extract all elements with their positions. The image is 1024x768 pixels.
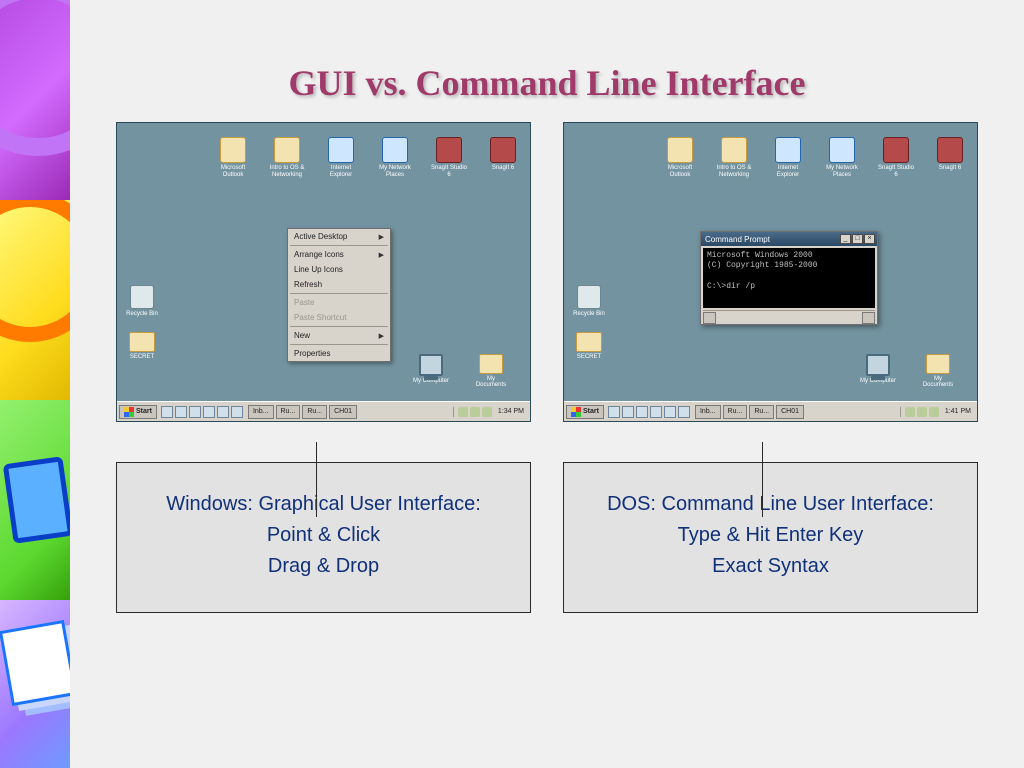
command-prompt-window: Command Prompt _ □ × Microsoft Windows 2… — [700, 231, 878, 325]
taskbar-item: Inb... — [695, 405, 721, 419]
cli-caption: DOS: Command Line User Interface: Type &… — [563, 462, 978, 613]
slide-title: GUI vs. Command Line Interface — [70, 0, 1024, 112]
context-menu-item: Refresh — [288, 277, 390, 292]
desktop-icon: Intro to OS & Networking — [268, 137, 306, 178]
taskbar-item: Ru... — [723, 405, 748, 419]
desktop-icons-left: Recycle Bin SECRET — [123, 285, 161, 374]
minimize-icon: _ — [840, 234, 851, 244]
taskbar-item: Inb... — [248, 405, 274, 419]
desktop-icon: Internet Explorer — [769, 137, 807, 178]
my-documents-icon: My Documents — [472, 354, 510, 389]
connector-line — [762, 442, 763, 517]
context-menu-item: Properties — [288, 346, 390, 361]
taskbar-clock: 1:41 PM — [941, 408, 975, 415]
caption-line: Windows: Graphical User Interface: — [135, 489, 512, 520]
app-icon — [328, 137, 354, 163]
app-icon — [436, 137, 462, 163]
quick-launch — [161, 406, 243, 418]
decor-clock-yellow — [0, 200, 70, 400]
context-menu-item: Arrange Icons▶ — [288, 247, 390, 262]
app-icon — [883, 137, 909, 163]
decor-monitor-green — [0, 400, 70, 600]
app-icon — [775, 137, 801, 163]
secret-folder-icon: SECRET — [123, 332, 161, 361]
desktop-icons-left: Recycle Bin SECRET — [570, 285, 608, 374]
start-button: Start — [119, 405, 157, 419]
app-icon — [829, 137, 855, 163]
command-prompt-body: Microsoft Windows 2000 (C) Copyright 198… — [703, 248, 875, 308]
chevron-right-icon: ▶ — [379, 251, 384, 259]
context-menu-item: Paste Shortcut — [288, 310, 390, 325]
my-computer-icon: My Computer — [859, 354, 897, 389]
caption-line: DOS: Command Line User Interface: — [582, 489, 959, 520]
desktop-icon: Internet Explorer — [322, 137, 360, 178]
decor-papers-blue — [0, 600, 70, 768]
context-menu-item: Line Up Icons — [288, 262, 390, 277]
recycle-bin-icon: Recycle Bin — [123, 285, 161, 318]
app-icon — [274, 137, 300, 163]
slide-content: GUI vs. Command Line Interface Microsoft… — [70, 0, 1024, 768]
desktop-icon: Microsoft Outlook — [214, 137, 252, 178]
desktop-icons-bottom: My Computer My Documents — [859, 354, 957, 389]
maximize-icon: □ — [852, 234, 863, 244]
app-icon — [220, 137, 246, 163]
desktop-icon: My Network Places — [376, 137, 414, 178]
cli-screenshot: Microsoft Outlook Intro to OS & Networkin… — [563, 122, 978, 422]
app-icon — [937, 137, 963, 163]
decorative-sidebar — [0, 0, 70, 768]
taskbar-clock: 1:34 PM — [494, 408, 528, 415]
recycle-bin-icon: Recycle Bin — [570, 285, 608, 318]
taskbar-item: CH01 — [329, 405, 357, 419]
context-menu-item: Paste — [288, 295, 390, 310]
cli-taskbar: Start Inb...Ru...Ru...CH01 1:41 PM — [564, 401, 977, 421]
caption-line: Type & Hit Enter Key — [582, 520, 959, 551]
desktop-icons-bottom: My Computer My Documents — [412, 354, 510, 389]
desktop-icons-top: Microsoft Outlook Intro to OS & Networkin… — [214, 137, 522, 178]
taskbar-item: Ru... — [302, 405, 327, 419]
chevron-right-icon: ▶ — [379, 332, 384, 340]
desktop-icon: SnagIt 6 — [484, 137, 522, 178]
gui-taskbar: Start Inb...Ru...Ru...CH01 1:34 PM — [117, 401, 530, 421]
secret-folder-icon: SECRET — [570, 332, 608, 361]
desktop-icons-top: Microsoft Outlook Intro to OS & Networkin… — [661, 137, 969, 178]
caption-line: Point & Click — [135, 520, 512, 551]
app-icon — [490, 137, 516, 163]
command-prompt-titlebar: Command Prompt _ □ × — [701, 232, 877, 246]
caption-line: Exact Syntax — [582, 551, 959, 582]
my-documents-icon: My Documents — [919, 354, 957, 389]
my-computer-icon: My Computer — [412, 354, 450, 389]
taskbar-item: Ru... — [749, 405, 774, 419]
app-icon — [721, 137, 747, 163]
context-menu-item: New▶ — [288, 328, 390, 343]
context-menu-item: Active Desktop▶ — [288, 229, 390, 244]
chevron-right-icon: ▶ — [379, 233, 384, 241]
gui-caption: Windows: Graphical User Interface: Point… — [116, 462, 531, 613]
gui-screenshot: Microsoft Outlook Intro to OS & Networkin… — [116, 122, 531, 422]
horizontal-scrollbar — [703, 310, 875, 322]
desktop-icon: SnagIt 6 — [931, 137, 969, 178]
system-tray: 1:34 PM — [453, 407, 528, 417]
taskbar-item: CH01 — [776, 405, 804, 419]
screenshot-row: Microsoft Outlook Intro to OS & Networkin… — [70, 112, 1024, 422]
desktop-icon: Intro to OS & Networking — [715, 137, 753, 178]
app-icon — [382, 137, 408, 163]
window-title-text: Command Prompt — [705, 235, 770, 244]
app-icon — [667, 137, 693, 163]
system-tray: 1:41 PM — [900, 407, 975, 417]
start-button: Start — [566, 405, 604, 419]
connector-line — [316, 442, 317, 517]
decor-clock-purple — [0, 0, 70, 200]
close-icon: × — [864, 234, 875, 244]
caption-row: Windows: Graphical User Interface: Point… — [70, 422, 1024, 613]
desktop-icon: Microsoft Outlook — [661, 137, 699, 178]
taskbar-item: Ru... — [276, 405, 301, 419]
desktop-icon: My Network Places — [823, 137, 861, 178]
desktop-icon: SnagIt Studio 6 — [430, 137, 468, 178]
desktop-icon: SnagIt Studio 6 — [877, 137, 915, 178]
caption-line: Drag & Drop — [135, 551, 512, 582]
quick-launch — [608, 406, 690, 418]
context-menu: Active Desktop▶ Arrange Icons▶Line Up Ico… — [287, 228, 391, 362]
